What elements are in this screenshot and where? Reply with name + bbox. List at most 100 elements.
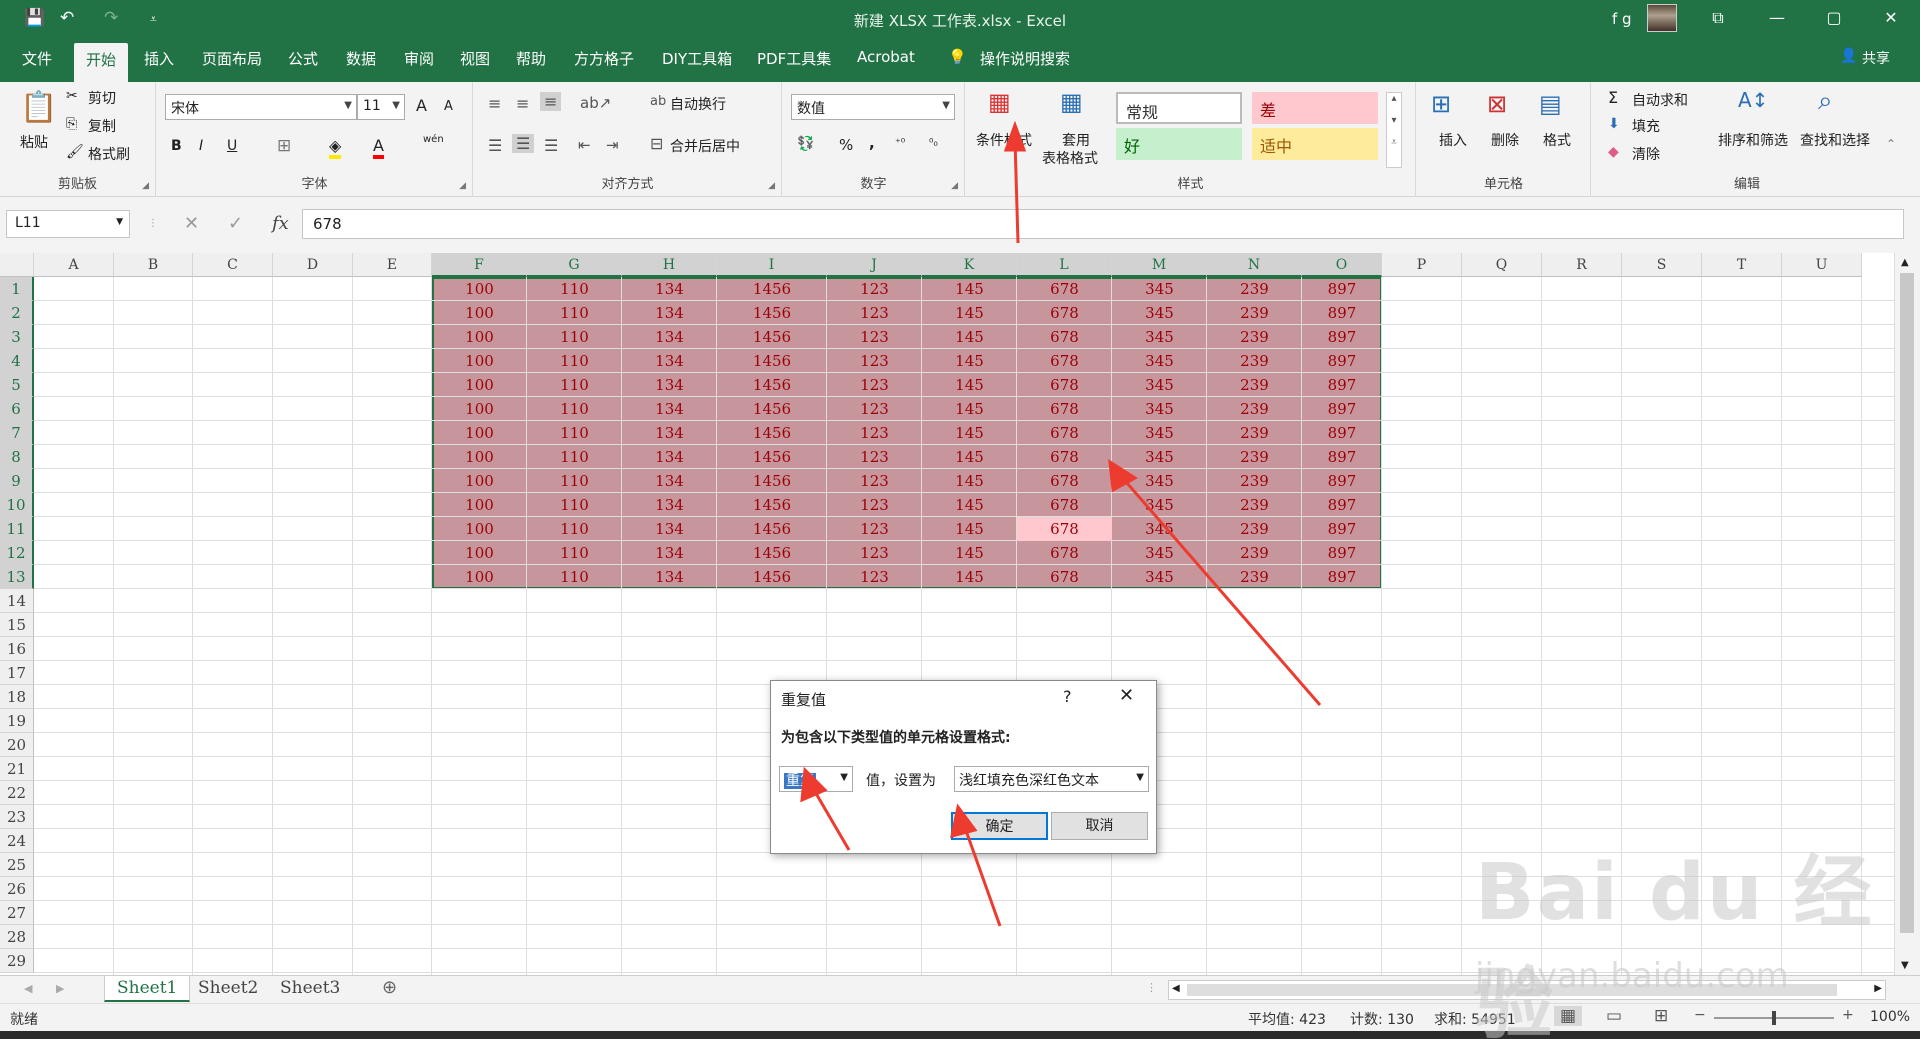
- duplicate-type-select[interactable]: 重复 ▼: [779, 766, 853, 792]
- column-header-J[interactable]: J: [827, 253, 922, 277]
- cell-L3[interactable]: 678: [1017, 325, 1112, 349]
- autosum-icon[interactable]: Σ: [1608, 88, 1618, 107]
- share-button[interactable]: 共享: [1862, 48, 1890, 68]
- cell-J6[interactable]: 123: [827, 397, 922, 421]
- sheet-tab-3[interactable]: Sheet3: [268, 976, 352, 1002]
- cell-I7[interactable]: 1456: [717, 421, 827, 445]
- cell-K2[interactable]: 145: [922, 301, 1017, 325]
- cell-N1[interactable]: 239: [1207, 277, 1302, 301]
- cell-O6[interactable]: 897: [1302, 397, 1382, 421]
- row-header-1[interactable]: 1: [0, 277, 34, 301]
- scroll-up-icon[interactable]: ▲: [1901, 257, 1909, 268]
- cell-G2[interactable]: 110: [527, 301, 622, 325]
- cell-G4[interactable]: 110: [527, 349, 622, 373]
- cell-I12[interactable]: 1456: [717, 541, 827, 565]
- cell-F13[interactable]: 100: [432, 565, 527, 589]
- column-header-G[interactable]: G: [527, 253, 622, 277]
- dialog-launcher-icon[interactable]: ◢: [459, 181, 466, 191]
- cell-O8[interactable]: 897: [1302, 445, 1382, 469]
- cell-H11[interactable]: 134: [622, 517, 717, 541]
- phonetic-icon[interactable]: wén: [423, 134, 444, 145]
- row-header-8[interactable]: 8: [0, 445, 34, 469]
- cell-L2[interactable]: 678: [1017, 301, 1112, 325]
- cell-L8[interactable]: 678: [1017, 445, 1112, 469]
- column-header-K[interactable]: K: [922, 253, 1017, 277]
- cell-F3[interactable]: 100: [432, 325, 527, 349]
- cell-G8[interactable]: 110: [527, 445, 622, 469]
- clear-button[interactable]: 清除: [1632, 144, 1660, 164]
- ribbon-display-icon[interactable]: ⧉: [1703, 8, 1733, 28]
- shrink-font-button[interactable]: A: [444, 99, 453, 114]
- tell-me-search[interactable]: 操作说明搜索: [980, 48, 1070, 69]
- clear-icon[interactable]: ◆: [1608, 144, 1619, 160]
- cell-L12[interactable]: 678: [1017, 541, 1112, 565]
- row-header-10[interactable]: 10: [0, 493, 34, 517]
- cell-H13[interactable]: 134: [622, 565, 717, 589]
- tab-insert[interactable]: 插入: [144, 48, 174, 69]
- style-normal[interactable]: 常规: [1116, 92, 1242, 124]
- active-cell[interactable]: 678: [1017, 517, 1112, 541]
- cell-J11[interactable]: 123: [827, 517, 922, 541]
- split-handle[interactable]: ⋮: [1146, 981, 1157, 994]
- border-icon[interactable]: ⊞: [277, 136, 291, 156]
- column-header-L[interactable]: L: [1017, 253, 1112, 277]
- paste-button[interactable]: 粘贴: [20, 132, 48, 152]
- cell-J13[interactable]: 123: [827, 565, 922, 589]
- row-header-9[interactable]: 9: [0, 469, 34, 493]
- tab-home[interactable]: 开始: [74, 43, 129, 82]
- increase-indent-icon[interactable]: ⇥: [606, 136, 619, 154]
- cell-F1[interactable]: 100: [432, 277, 527, 301]
- row-header-24[interactable]: 24: [0, 829, 34, 853]
- minimize-button[interactable]: —: [1762, 8, 1792, 27]
- cell-G3[interactable]: 110: [527, 325, 622, 349]
- user-name[interactable]: f g: [1612, 10, 1632, 28]
- cell-O2[interactable]: 897: [1302, 301, 1382, 325]
- grow-font-button[interactable]: A: [416, 96, 427, 115]
- format-cells-button[interactable]: 格式: [1543, 130, 1571, 150]
- cell-M13[interactable]: 345: [1112, 565, 1207, 589]
- ok-button[interactable]: 确定: [951, 812, 1048, 840]
- cut-icon[interactable]: ✂: [66, 88, 78, 104]
- prev-sheet-icon[interactable]: ◀: [24, 982, 32, 995]
- cell-F12[interactable]: 100: [432, 541, 527, 565]
- column-header-S[interactable]: S: [1622, 253, 1702, 277]
- cell-H10[interactable]: 134: [622, 493, 717, 517]
- cell-M7[interactable]: 345: [1112, 421, 1207, 445]
- tab-pdf[interactable]: PDF工具集: [757, 48, 831, 69]
- conditional-format-icon[interactable]: ▦: [988, 88, 1011, 116]
- cell-I10[interactable]: 1456: [717, 493, 827, 517]
- cell-K10[interactable]: 145: [922, 493, 1017, 517]
- row-header-15[interactable]: 15: [0, 613, 34, 637]
- column-header-R[interactable]: R: [1542, 253, 1622, 277]
- scroll-left-icon[interactable]: ◀: [1172, 983, 1180, 994]
- format-as-table-button[interactable]: 表格格式: [1042, 148, 1098, 168]
- tab-view[interactable]: 视图: [460, 48, 490, 69]
- cell-O9[interactable]: 897: [1302, 469, 1382, 493]
- cell-M9[interactable]: 345: [1112, 469, 1207, 493]
- format-cells-icon[interactable]: ▤: [1539, 90, 1562, 118]
- row-header-13[interactable]: 13: [0, 565, 34, 589]
- name-box[interactable]: L11 ▼: [6, 210, 130, 238]
- row-header-3[interactable]: 3: [0, 325, 34, 349]
- formula-input[interactable]: 678: [302, 209, 1904, 239]
- orientation-icon[interactable]: ab↗: [580, 94, 611, 112]
- tab-acrobat[interactable]: Acrobat: [857, 48, 915, 66]
- increase-decimal-icon[interactable]: ⁺⁰: [895, 136, 905, 149]
- cell-L10[interactable]: 678: [1017, 493, 1112, 517]
- sheet-tab-1[interactable]: Sheet1: [104, 976, 191, 1002]
- cell-N11[interactable]: 239: [1207, 517, 1302, 541]
- tab-diy[interactable]: DIY工具箱: [662, 48, 732, 69]
- cell-J1[interactable]: 123: [827, 277, 922, 301]
- format-style-select[interactable]: 浅红填充色深红色文本 ▼: [954, 766, 1149, 792]
- add-sheet-icon[interactable]: ⊕: [382, 977, 397, 998]
- cell-N9[interactable]: 239: [1207, 469, 1302, 493]
- row-header-19[interactable]: 19: [0, 709, 34, 733]
- cell-I1[interactable]: 1456: [717, 277, 827, 301]
- dialog-launcher-icon[interactable]: ◢: [768, 181, 775, 191]
- cell-J4[interactable]: 123: [827, 349, 922, 373]
- column-header-T[interactable]: T: [1702, 253, 1782, 277]
- sort-filter-button[interactable]: 排序和筛选: [1718, 130, 1788, 150]
- wrap-text-button[interactable]: 自动换行: [670, 94, 726, 114]
- find-select-button[interactable]: 查找和选择: [1800, 130, 1870, 150]
- row-header-29[interactable]: 29: [0, 949, 34, 973]
